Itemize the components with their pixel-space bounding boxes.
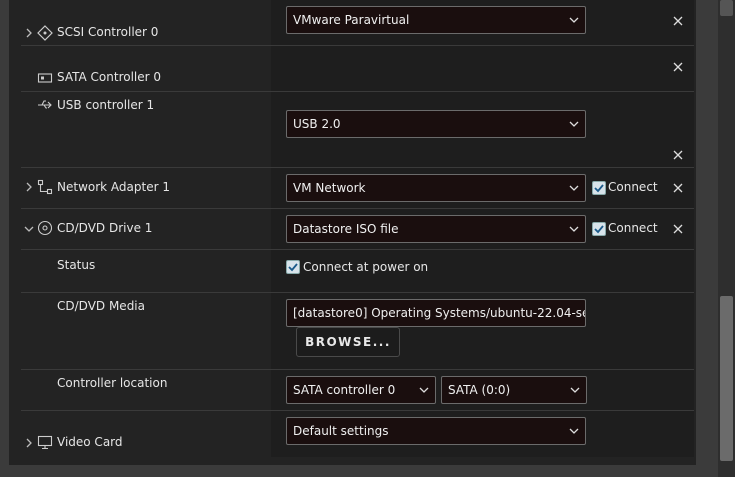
usb-icon [38, 100, 52, 109]
chevron-down-icon [569, 428, 579, 434]
slot-select[interactable]: SATA (0:0) [441, 376, 587, 404]
media-label: CD/DVD Media [57, 299, 145, 313]
device-label: CD/DVD Drive 1 [57, 221, 153, 235]
device-label: Video Card [57, 435, 123, 449]
cddvd-type-select[interactable]: Datastore ISO file [286, 215, 586, 243]
chevron-down-icon [570, 387, 580, 393]
chevron-right-icon[interactable] [23, 27, 35, 39]
select-value: SATA (0:0) [448, 383, 511, 397]
remove-icon[interactable] [672, 61, 684, 73]
cddvd-status-row: Status Connect at power on [21, 250, 694, 293]
device-label: SATA Controller 0 [57, 70, 162, 84]
network-adapter-icon [37, 179, 53, 195]
chevron-right-icon[interactable] [23, 181, 35, 193]
select-value: Datastore ISO file [293, 222, 399, 236]
checkmark-icon [594, 225, 604, 234]
controller-location-label: Controller location [57, 376, 168, 390]
select-value: SATA controller 0 [293, 383, 396, 397]
checkmark-icon [594, 184, 604, 193]
connect-at-power-on-checkbox[interactable] [286, 260, 300, 274]
device-row-usb: USB controller 1 USB 2.0 [21, 92, 694, 168]
remove-icon[interactable] [672, 149, 684, 161]
network-select[interactable]: VM Network [286, 174, 586, 202]
usb-type-select[interactable]: USB 2.0 [286, 110, 586, 138]
select-value: VM Network [293, 181, 366, 195]
scsi-controller-icon [37, 25, 53, 41]
select-value: Default settings [293, 424, 389, 438]
remove-icon[interactable] [672, 15, 684, 27]
device-label: SCSI Controller 0 [57, 25, 159, 39]
hardware-settings-panel: SCSI Controller 0 VMware Paravirtual SAT… [9, 0, 696, 465]
device-label: Network Adapter 1 [57, 180, 170, 194]
media-path-input[interactable]: [datastore0] Operating Systems/ubuntu-22… [286, 299, 586, 327]
remove-icon[interactable] [672, 182, 684, 194]
chevron-down-icon [569, 121, 579, 127]
input-value: [datastore0] Operating Systems/ubuntu-22… [293, 306, 586, 320]
checkmark-icon [288, 263, 298, 272]
video-settings-select[interactable]: Default settings [286, 417, 586, 445]
connect-label: Connect [608, 221, 658, 235]
cddvd-media-row: CD/DVD Media [datastore0] Operating Syst… [21, 293, 694, 370]
select-value: USB 2.0 [293, 117, 341, 131]
scsi-type-select[interactable]: VMware Paravirtual [286, 6, 586, 34]
remove-icon[interactable] [672, 223, 684, 235]
scrollbar-thumb[interactable] [720, 296, 733, 461]
device-row-sata: SATA Controller 0 [21, 46, 694, 92]
device-row-network: Network Adapter 1 VM Network Connect [21, 168, 694, 209]
device-label: USB controller 1 [57, 98, 155, 112]
controller-location-row: Controller location SATA controller 0 SA… [21, 370, 694, 411]
cd-dvd-icon [37, 220, 53, 236]
connect-label: Connect [608, 180, 658, 194]
device-row-cddvd: CD/DVD Drive 1 Datastore ISO file Connec… [21, 209, 694, 250]
chevron-down-icon [569, 17, 579, 23]
device-row-video: Video Card Default settings [21, 411, 694, 457]
controller-select[interactable]: SATA controller 0 [286, 376, 436, 404]
browse-button[interactable]: BROWSE... [296, 327, 400, 357]
cddvd-connect-checkbox[interactable] [592, 222, 606, 236]
chevron-down-icon [569, 185, 579, 191]
select-value: VMware Paravirtual [293, 13, 410, 27]
status-label: Status [57, 258, 96, 272]
chevron-down-icon [569, 226, 579, 232]
video-card-icon [37, 435, 53, 450]
chevron-down-icon [419, 387, 429, 393]
sata-controller-icon [37, 73, 53, 83]
chevron-right-icon[interactable] [23, 437, 35, 449]
device-row-scsi: SCSI Controller 0 VMware Paravirtual [21, 0, 694, 46]
scrollbar-top-thumb [720, 0, 733, 16]
chevron-down-icon[interactable] [23, 223, 35, 235]
network-connect-checkbox[interactable] [592, 181, 606, 195]
connect-at-power-on-label: Connect at power on [303, 260, 429, 274]
